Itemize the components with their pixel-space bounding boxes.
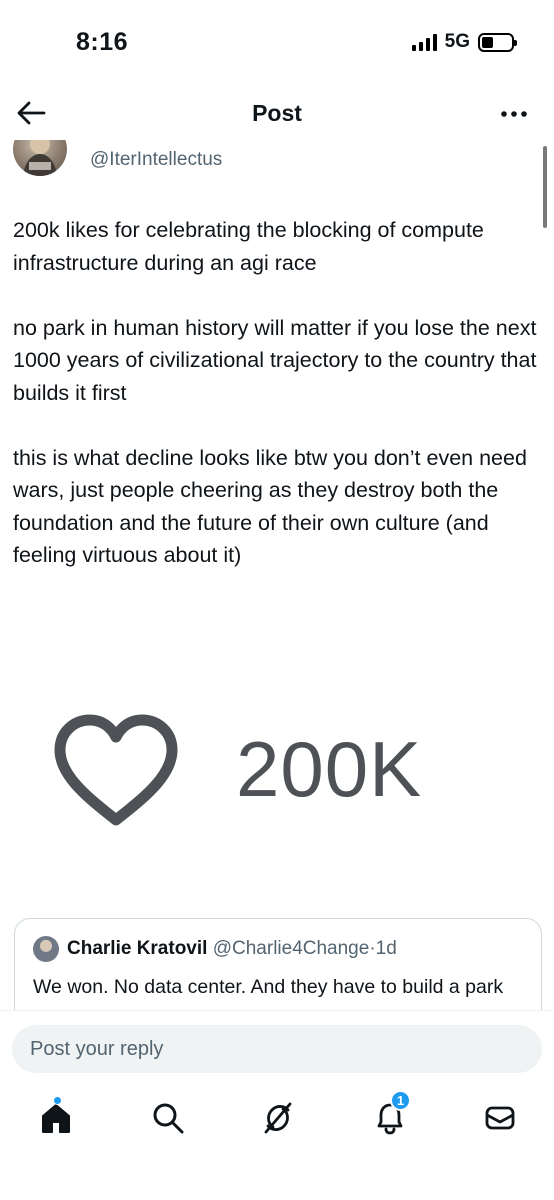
post-paragraph: 200k likes for celebrating the blocking …: [13, 218, 484, 275]
network-type: 5G: [444, 31, 470, 52]
search-icon: [153, 1103, 184, 1134]
tab-search[interactable]: [146, 1098, 190, 1138]
like-count: 200K: [236, 725, 423, 813]
reply-bar: [0, 1010, 554, 1084]
status-time: 8:16: [76, 28, 129, 56]
post-text: 200k likes for celebrating the blocking …: [13, 214, 541, 572]
notification-badge: 1: [390, 1090, 411, 1111]
home-unread-dot: [53, 1096, 62, 1105]
quoted-post-time: 1d: [375, 938, 397, 959]
author-handle[interactable]: @IterIntellectus: [90, 149, 222, 171]
bottom-tab-bar: 1: [0, 1086, 554, 1146]
quoted-author-avatar: [33, 936, 59, 962]
more-options-icon[interactable]: [500, 110, 528, 118]
home-icon: [42, 1104, 70, 1133]
tab-messages[interactable]: [478, 1098, 522, 1138]
quoted-author-handle: @Charlie4Change: [212, 938, 370, 959]
grok-icon: [264, 1102, 292, 1134]
post-image[interactable]: 200K: [0, 662, 554, 882]
status-bar: 8:16 5G: [0, 0, 554, 80]
reply-input[interactable]: [12, 1025, 542, 1073]
battery-icon: [478, 32, 517, 52]
post: @IterIntellectus 200k likes for celebrat…: [0, 140, 554, 1010]
post-paragraph: this is what decline looks like btw you …: [13, 445, 527, 568]
status-indicators: 5G: [411, 31, 517, 53]
page-title: Post: [252, 100, 302, 126]
messages-icon: [485, 1106, 515, 1130]
quoted-post-header: Charlie Kratovil @Charlie4Change·1d: [67, 938, 397, 960]
tab-notifications[interactable]: 1: [368, 1090, 412, 1138]
scrollbar[interactable]: [543, 146, 547, 228]
quoted-post-text: We won. No data center. And they have to…: [33, 976, 504, 998]
quoted-post[interactable]: Charlie Kratovil @Charlie4Change·1d We w…: [14, 918, 542, 1010]
heart-icon: [54, 714, 178, 826]
tab-grok[interactable]: [256, 1098, 300, 1138]
quoted-author-name: Charlie Kratovil: [67, 938, 208, 959]
top-nav: Post: [0, 88, 554, 140]
cellular-signal-icon: [411, 33, 437, 51]
post-paragraph: no park in human history will matter if …: [13, 315, 537, 405]
tab-home[interactable]: [34, 1096, 78, 1138]
author-avatar[interactable]: [13, 140, 67, 176]
